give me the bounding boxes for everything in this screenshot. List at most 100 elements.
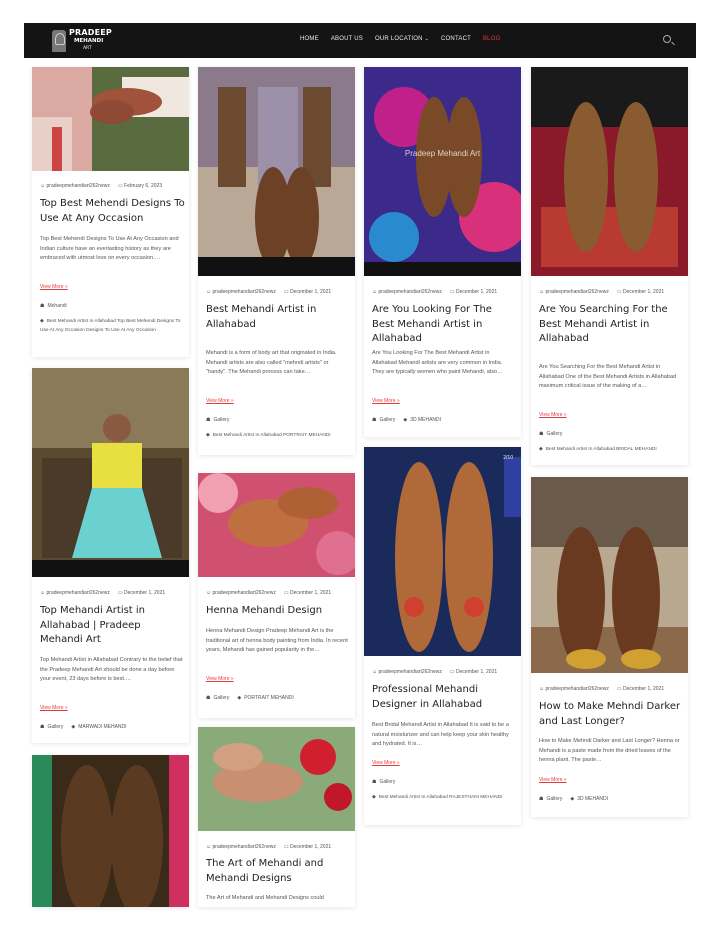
- view-more-link[interactable]: View More: [539, 777, 567, 783]
- blog-card: pradeepmehandiart262newz February 6, 2023…: [32, 67, 189, 357]
- post-category: ☗ Gallery: [206, 417, 229, 423]
- tag-links[interactable]: 3D MEHANDI: [410, 417, 441, 423]
- post-meta: pradeepmehandiart262newz December 1, 2021: [206, 844, 331, 850]
- view-more-link[interactable]: View More: [539, 412, 567, 418]
- post-image[interactable]: [32, 67, 189, 171]
- post-author[interactable]: pradeepmehandiart262newz: [539, 686, 609, 692]
- post-date[interactable]: December 1, 2021: [617, 289, 664, 295]
- nav-blog[interactable]: BLOG: [483, 36, 500, 42]
- post-tags: ◆ Best Mehandi Artist In Allahabad RAJEST…: [372, 793, 517, 802]
- view-more-link[interactable]: View More: [206, 398, 234, 404]
- tag-icon: ◆: [237, 695, 242, 701]
- category-link[interactable]: Mehandi: [47, 303, 66, 309]
- post-title[interactable]: Are You Searching For the Best Mehandi A…: [539, 303, 684, 347]
- post-title[interactable]: Henna Mehandi Design: [206, 604, 351, 619]
- post-date[interactable]: December 1, 2021: [617, 686, 664, 692]
- post-excerpt: Top Mehandi Artist in Allahabad Contrary…: [40, 657, 183, 682]
- view-more-link[interactable]: View More: [372, 760, 400, 766]
- logo-line2: MEHANDI: [73, 37, 104, 44]
- blog-card: pradeepmehandiart262newz December 1, 2021…: [531, 477, 688, 817]
- post-excerpt: Are You Looking For The Best Mehandi Art…: [372, 350, 503, 375]
- post-image[interactable]: Pradeep Mehandi Art: [364, 67, 521, 276]
- post-image-art: [32, 67, 189, 171]
- post-image[interactable]: [198, 727, 355, 831]
- category-icon: ☗: [539, 431, 544, 437]
- gallery-counter: 2/10: [503, 455, 513, 461]
- post-title[interactable]: Top Best Mehendi Designs To Use At Any O…: [40, 197, 185, 226]
- top-navbar: PRADEEP MEHANDI ART HOME ABOUT US OUR LO…: [24, 23, 696, 58]
- blog-card: pradeepmehandiart262newz December 1, 2021…: [198, 473, 355, 718]
- post-tags: ◆ Best Mehandi Artist In Allahabad PORTRA…: [206, 431, 351, 440]
- post-image[interactable]: [198, 67, 355, 276]
- category-icon: ☗: [372, 417, 377, 423]
- nav-contact[interactable]: CONTACT: [441, 36, 471, 42]
- category-link[interactable]: Gallery: [379, 417, 395, 423]
- post-image[interactable]: [32, 755, 189, 907]
- tag-links[interactable]: Best Mehandi Artist In Allahabad RAJESTH…: [379, 795, 503, 800]
- post-date[interactable]: February 6, 2023: [118, 183, 162, 189]
- post-title[interactable]: How to Make Mehndi Darker and Last Longe…: [539, 700, 684, 729]
- category-link[interactable]: Gallery: [546, 796, 562, 802]
- post-date[interactable]: December 1, 2021: [284, 289, 331, 295]
- post-author[interactable]: pradeepmehandiart262newz: [40, 183, 110, 189]
- post-author[interactable]: pradeepmehandiart262newz: [206, 590, 276, 596]
- post-author[interactable]: pradeepmehandiart262newz: [40, 590, 110, 596]
- post-author[interactable]: pradeepmehandiart262newz: [539, 289, 609, 295]
- tag-links[interactable]: Best Mehandi Artist In Allahabad BRIDAL …: [546, 447, 657, 452]
- category-icon: ☗: [372, 779, 377, 785]
- category-link[interactable]: Gallery: [379, 779, 395, 785]
- category-link[interactable]: Gallery: [47, 724, 63, 730]
- post-meta: pradeepmehandiart262newz December 1, 2021: [206, 590, 331, 596]
- tag-links[interactable]: 3D MEHANDI: [577, 796, 608, 802]
- post-title[interactable]: Professional Mehandi Designer in Allahab…: [372, 683, 517, 712]
- site-logo[interactable]: PRADEEP MEHANDI ART: [52, 27, 112, 54]
- post-author[interactable]: pradeepmehandiart262newz: [206, 844, 276, 850]
- post-date[interactable]: December 1, 2021: [118, 590, 165, 596]
- view-more-link[interactable]: View More: [372, 398, 400, 404]
- post-meta: pradeepmehandiart262newz February 6, 2023: [40, 183, 162, 189]
- post-author[interactable]: pradeepmehandiart262newz: [372, 669, 442, 675]
- search-icon[interactable]: [663, 35, 671, 43]
- tag-links[interactable]: Best Mehandi Artist In Allahabad Top Bes…: [40, 319, 180, 333]
- post-image[interactable]: 2/10: [364, 447, 521, 656]
- post-date[interactable]: December 1, 2021: [284, 844, 331, 850]
- post-image[interactable]: [531, 477, 688, 673]
- nav-about-us[interactable]: ABOUT US: [331, 36, 363, 42]
- logo-icon: [52, 29, 66, 52]
- post-image[interactable]: [531, 67, 688, 276]
- category-link[interactable]: Gallery: [546, 431, 562, 437]
- post-title[interactable]: Best Mehandi Artist in Allahabad: [206, 303, 351, 332]
- chevron-down-icon: ⌄: [424, 36, 430, 42]
- view-more-link[interactable]: View More: [40, 284, 68, 290]
- post-category: ☗ Gallery: [372, 779, 395, 785]
- post-title[interactable]: Are You Looking For The Best Mehandi Art…: [372, 303, 517, 347]
- category-icon: ☗: [40, 724, 45, 730]
- post-date[interactable]: December 1, 2021: [284, 590, 331, 596]
- post-image-art: [198, 67, 355, 276]
- tag-icon: ◆: [539, 447, 543, 452]
- main-menu: HOME ABOUT US OUR LOCATION ⌄ CONTACT BLOG: [300, 36, 500, 42]
- tag-links[interactable]: MARWADI MEHANDI: [78, 724, 126, 730]
- post-title[interactable]: Top Mehandi Artist in Allahabad | Pradee…: [40, 604, 185, 648]
- post-meta: pradeepmehandiart262newz December 1, 2021: [539, 686, 664, 692]
- tag-icon: ◆: [71, 724, 76, 730]
- category-link[interactable]: Gallery: [213, 417, 229, 423]
- tag-links[interactable]: PORTRAIT MEHANDI: [244, 695, 294, 701]
- post-author[interactable]: pradeepmehandiart262newz: [206, 289, 276, 295]
- nav-our-location[interactable]: OUR LOCATION ⌄: [375, 36, 429, 42]
- post-author[interactable]: pradeepmehandiart262newz: [372, 289, 442, 295]
- category-link[interactable]: Gallery: [213, 695, 229, 701]
- post-excerpt: Mehandi is a form of body art that origi…: [206, 350, 337, 375]
- image-watermark: Pradeep Mehandi Art: [404, 149, 481, 158]
- post-image[interactable]: [32, 368, 189, 577]
- view-more-link[interactable]: View More: [206, 676, 234, 682]
- tag-links[interactable]: Best Mehandi Artist In Allahabad PORTRAI…: [213, 433, 331, 438]
- post-title[interactable]: The Art of Mehandi and Mehandi Designs: [206, 857, 351, 886]
- post-date[interactable]: December 1, 2021: [450, 289, 497, 295]
- post-image[interactable]: [198, 473, 355, 577]
- nav-home[interactable]: HOME: [300, 36, 319, 42]
- view-more-link[interactable]: View More: [40, 705, 68, 711]
- blog-card: [32, 755, 189, 907]
- category-icon: ☗: [539, 796, 544, 802]
- post-date[interactable]: December 1, 2021: [450, 669, 497, 675]
